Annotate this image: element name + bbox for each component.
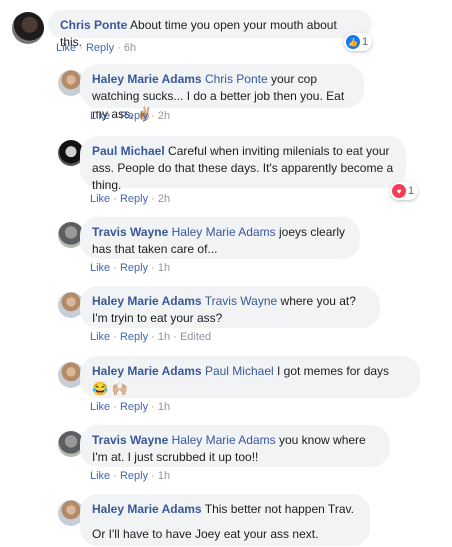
separator: · <box>173 331 177 343</box>
reaction-count: 1 <box>362 36 369 48</box>
separator: · <box>151 193 155 205</box>
reaction-count: 1 <box>408 185 415 197</box>
reply-link[interactable]: Reply <box>86 42 114 54</box>
separator: · <box>151 331 155 343</box>
mention-link[interactable]: Paul Michael <box>205 364 274 378</box>
like-link[interactable]: Like <box>90 470 110 482</box>
comment-paragraph: Haley Marie Adams This better not happen… <box>92 501 358 518</box>
comment-bubble: Travis Wayne Haley Marie Adams joeys cle… <box>80 217 360 259</box>
comment-bubble: Chris Ponte About time you open your mou… <box>48 10 372 49</box>
separator: · <box>151 401 155 413</box>
mention-link[interactable]: Haley Marie Adams <box>172 225 276 239</box>
timestamp[interactable]: 1h <box>158 331 170 343</box>
like-link[interactable]: Like <box>90 401 110 413</box>
separator: · <box>113 331 117 343</box>
raised-hands-emoji: 🙌🏼 <box>111 381 128 396</box>
reply-link[interactable]: Reply <box>120 331 148 343</box>
like-link[interactable]: Like <box>56 42 76 54</box>
reply-link[interactable]: Reply <box>120 470 148 482</box>
reply-link[interactable]: Reply <box>120 110 148 122</box>
timestamp[interactable]: 6h <box>124 42 136 54</box>
commenter-name[interactable]: Haley Marie Adams <box>92 502 202 516</box>
comment-bubble: Haley Marie Adams Travis Wayne where you… <box>80 286 380 328</box>
comment-bubble: Paul Michael Careful when inviting milen… <box>80 136 406 192</box>
timestamp[interactable]: 2h <box>158 110 170 122</box>
edited-label[interactable]: Edited <box>180 331 211 343</box>
commenter-name[interactable]: Travis Wayne <box>92 433 168 447</box>
reply-link[interactable]: Reply <box>120 193 148 205</box>
separator: · <box>151 110 155 122</box>
separator: · <box>113 401 117 413</box>
comment-text: I got memes for days <box>277 364 390 378</box>
comment-bubble: Haley Marie Adams Chris Ponte your cop w… <box>80 64 364 121</box>
comment-actions: Like · Reply · 1h <box>90 262 170 274</box>
comment-paragraph: Or I'll have to have Joey eat your ass n… <box>92 526 358 543</box>
laughing-emoji: 😂 <box>92 381 109 396</box>
comment-text: This better not happen Trav. <box>204 502 354 516</box>
reaction-summary[interactable]: 👍 1 <box>344 33 373 51</box>
comment-actions: Like · Reply · 1h <box>90 470 170 482</box>
separator: · <box>151 262 155 274</box>
separator: · <box>117 42 121 54</box>
comment-actions: Like · Reply · 2h <box>90 193 170 205</box>
comment-actions: Like · Reply · 6h <box>56 42 136 54</box>
timestamp[interactable]: 2h <box>158 193 170 205</box>
comment-bubble: Haley Marie Adams This better not happen… <box>80 494 370 546</box>
commenter-name[interactable]: Paul Michael <box>92 144 165 158</box>
separator: · <box>151 470 155 482</box>
separator: · <box>113 110 117 122</box>
separator: · <box>79 42 83 54</box>
timestamp[interactable]: 1h <box>158 470 170 482</box>
comment-actions: Like · Reply · 1h · Edited <box>90 331 211 343</box>
mention-link[interactable]: Travis Wayne <box>205 294 277 308</box>
mention-link[interactable]: Haley Marie Adams <box>172 433 276 447</box>
mention-link[interactable]: Chris Ponte <box>205 72 268 86</box>
reaction-summary[interactable]: ♥ 1 <box>390 182 419 200</box>
commenter-name[interactable]: Chris Ponte <box>60 18 127 32</box>
commenter-name[interactable]: Travis Wayne <box>92 225 168 239</box>
separator: · <box>113 262 117 274</box>
reply-link[interactable]: Reply <box>120 262 148 274</box>
commenter-name[interactable]: Haley Marie Adams <box>92 72 202 86</box>
like-link[interactable]: Like <box>90 331 110 343</box>
separator: · <box>113 193 117 205</box>
commenter-name[interactable]: Haley Marie Adams <box>92 364 202 378</box>
like-link[interactable]: Like <box>90 110 110 122</box>
reply-link[interactable]: Reply <box>120 401 148 413</box>
like-link[interactable]: Like <box>90 193 110 205</box>
comment-actions: Like · Reply · 2h <box>90 110 170 122</box>
comment-bubble: Haley Marie Adams Paul Michael I got mem… <box>80 356 420 398</box>
timestamp[interactable]: 1h <box>158 401 170 413</box>
avatar[interactable] <box>12 12 44 44</box>
commenter-name[interactable]: Haley Marie Adams <box>92 294 202 308</box>
heart-icon: ♥ <box>392 184 406 198</box>
like-link[interactable]: Like <box>90 262 110 274</box>
separator: · <box>113 470 117 482</box>
thumbs-up-icon: 👍 <box>346 35 360 49</box>
timestamp[interactable]: 1h <box>158 262 170 274</box>
comment-actions: Like · Reply · 1h <box>90 401 170 413</box>
comment-bubble: Travis Wayne Haley Marie Adams you know … <box>80 425 390 467</box>
comment-text: Or I'll have to have Joey eat your ass n… <box>92 527 319 541</box>
